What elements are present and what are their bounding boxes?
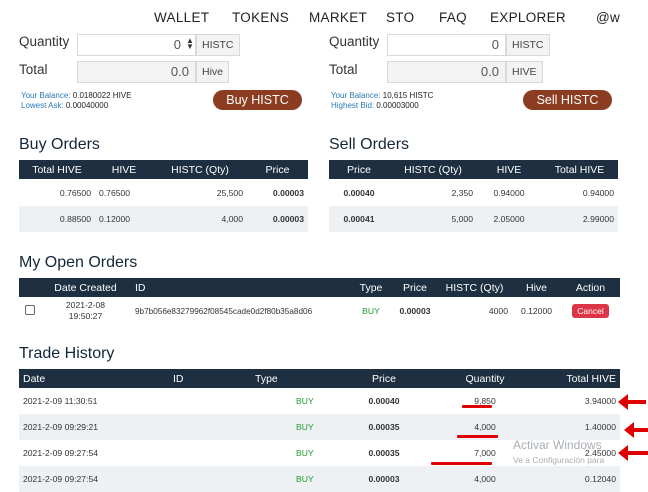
col-price[interactable]: Price bbox=[329, 160, 389, 179]
table-row[interactable]: 0.88500 0.12000 4,000 0.00003 bbox=[19, 206, 308, 232]
col-histc-qty[interactable]: HISTC (Qty) bbox=[389, 160, 477, 179]
annotation-arrow-icon bbox=[624, 422, 648, 438]
open-orders-title: My Open Orders bbox=[19, 254, 138, 271]
col-hive[interactable]: HIVE bbox=[477, 160, 541, 179]
annotation-underline bbox=[462, 405, 492, 408]
col-price[interactable]: Price bbox=[247, 160, 308, 179]
col-price[interactable]: Price bbox=[393, 278, 437, 297]
buy-total-unit: Hive bbox=[196, 61, 230, 83]
annotation-arrow-icon bbox=[618, 445, 648, 461]
top-nav: WALLET TOKENS MARKET STO FAQ EXPLORER @w bbox=[0, 0, 648, 36]
col-hive[interactable]: HIVE bbox=[95, 160, 153, 179]
col-quantity[interactable]: Quantity bbox=[431, 369, 539, 388]
sell-button[interactable]: Sell HISTC bbox=[523, 90, 612, 110]
open-orders-table: Date Created ID Type Price HISTC (Qty) H… bbox=[19, 278, 620, 325]
col-id[interactable]: ID bbox=[169, 369, 227, 388]
nav-account[interactable]: @w bbox=[596, 10, 620, 25]
order-date: 2021-2-08 19:50:27 bbox=[65, 300, 106, 321]
col-type[interactable]: Type bbox=[349, 278, 393, 297]
sell-quantity-unit: HISTC bbox=[506, 34, 550, 56]
buy-orders-title: Buy Orders bbox=[19, 136, 100, 153]
nav-market[interactable]: MARKET bbox=[309, 10, 367, 25]
sell-total-unit: HIVE bbox=[506, 61, 543, 83]
buy-total-input[interactable]: 0.0 bbox=[77, 61, 196, 83]
order-hive: 0.12000 bbox=[520, 306, 553, 316]
col-total-hive[interactable]: Total HIVE bbox=[541, 160, 618, 179]
buy-quantity-label: Quantity bbox=[19, 34, 70, 49]
trade-history-table: Date ID Type Price Quantity Total HIVE 2… bbox=[19, 369, 620, 492]
table-row[interactable]: 2021-2-09 09:29:21 BUY 0.00035 4,000 1.4… bbox=[19, 414, 620, 440]
order-checkbox[interactable] bbox=[24, 305, 35, 315]
buy-orders-table: Total HIVE HIVE HISTC (Qty) Price 0.7650… bbox=[19, 160, 308, 232]
buy-quantity-input[interactable]: 0 bbox=[77, 34, 196, 56]
nav-tokens[interactable]: TOKENS bbox=[232, 10, 289, 25]
annotation-underline bbox=[457, 435, 498, 438]
table-row[interactable]: 2021-2-09 09:27:54 BUY 0.00003 4,000 0.1… bbox=[19, 466, 620, 492]
col-total-hive[interactable]: Total HIVE bbox=[539, 369, 620, 388]
quantity-spinner-icon[interactable]: ▲ ▼ bbox=[186, 37, 194, 51]
sell-orders-table: Price HISTC (Qty) HIVE Total HIVE 0.0004… bbox=[329, 160, 618, 232]
nav-explorer[interactable]: EXPLORER bbox=[490, 10, 566, 25]
sell-total-label: Total bbox=[329, 62, 358, 77]
sell-balance: Your Balance: 10,615 HISTC Highest Bid: … bbox=[331, 91, 434, 110]
annotation-underline bbox=[431, 462, 492, 465]
buy-quantity-unit: HISTC bbox=[196, 34, 240, 56]
table-row[interactable]: 0.00041 5,000 2.05000 2.99000 bbox=[329, 206, 618, 232]
watermark-line-1: Activar Windows bbox=[513, 438, 602, 452]
col-price[interactable]: Price bbox=[337, 369, 431, 388]
table-row: 2021-2-08 19:50:27 9b7b056e83279962f08545… bbox=[19, 297, 620, 325]
order-qty: 4000 bbox=[488, 306, 508, 316]
col-type[interactable]: Type bbox=[227, 369, 337, 388]
buy-balance: Your Balance: 0.0180022 HIVE Lowest Ask:… bbox=[21, 91, 132, 110]
annotation-arrow-icon bbox=[618, 394, 646, 410]
trade-history-title: Trade History bbox=[19, 345, 115, 362]
col-hive[interactable]: Hive bbox=[512, 278, 561, 297]
nav-sto[interactable]: STO bbox=[386, 10, 414, 25]
order-type: BUY bbox=[362, 306, 380, 316]
table-row[interactable]: 0.00040 2,350 0.94000 0.94000 bbox=[329, 179, 618, 206]
nav-faq[interactable]: FAQ bbox=[439, 10, 467, 25]
col-total-hive[interactable]: Total HIVE bbox=[19, 160, 95, 179]
col-id[interactable]: ID bbox=[131, 278, 349, 297]
sell-orders-title: Sell Orders bbox=[329, 136, 410, 153]
order-id: 9b7b056e83279962f08545cade0d2f80b35a8d06 bbox=[135, 306, 313, 316]
col-histc-qty[interactable]: HISTC (Qty) bbox=[153, 160, 247, 179]
buy-total-label: Total bbox=[19, 62, 48, 77]
col-date-created[interactable]: Date Created bbox=[40, 278, 131, 297]
col-histc-qty[interactable]: HISTC (Qty) bbox=[437, 278, 512, 297]
sell-quantity-input[interactable]: 0 bbox=[387, 34, 506, 56]
sell-quantity-label: Quantity bbox=[329, 34, 380, 49]
table-row[interactable]: 0.76500 0.76500 25,500 0.00003 bbox=[19, 179, 308, 206]
buy-button[interactable]: Buy HISTC bbox=[213, 90, 302, 110]
col-action[interactable]: Action bbox=[561, 278, 620, 297]
col-date[interactable]: Date bbox=[19, 369, 169, 388]
order-price: 0.00003 bbox=[399, 306, 431, 316]
watermark-line-2: Ve a Configuración para bbox=[513, 455, 605, 465]
nav-wallet[interactable]: WALLET bbox=[154, 10, 209, 25]
sell-total-input[interactable]: 0.0 bbox=[387, 61, 506, 83]
cancel-button[interactable]: Cancel bbox=[572, 304, 609, 318]
table-row[interactable]: 2021-2-09 11:30:51 BUY 0.00040 9,850 3.9… bbox=[19, 388, 620, 414]
